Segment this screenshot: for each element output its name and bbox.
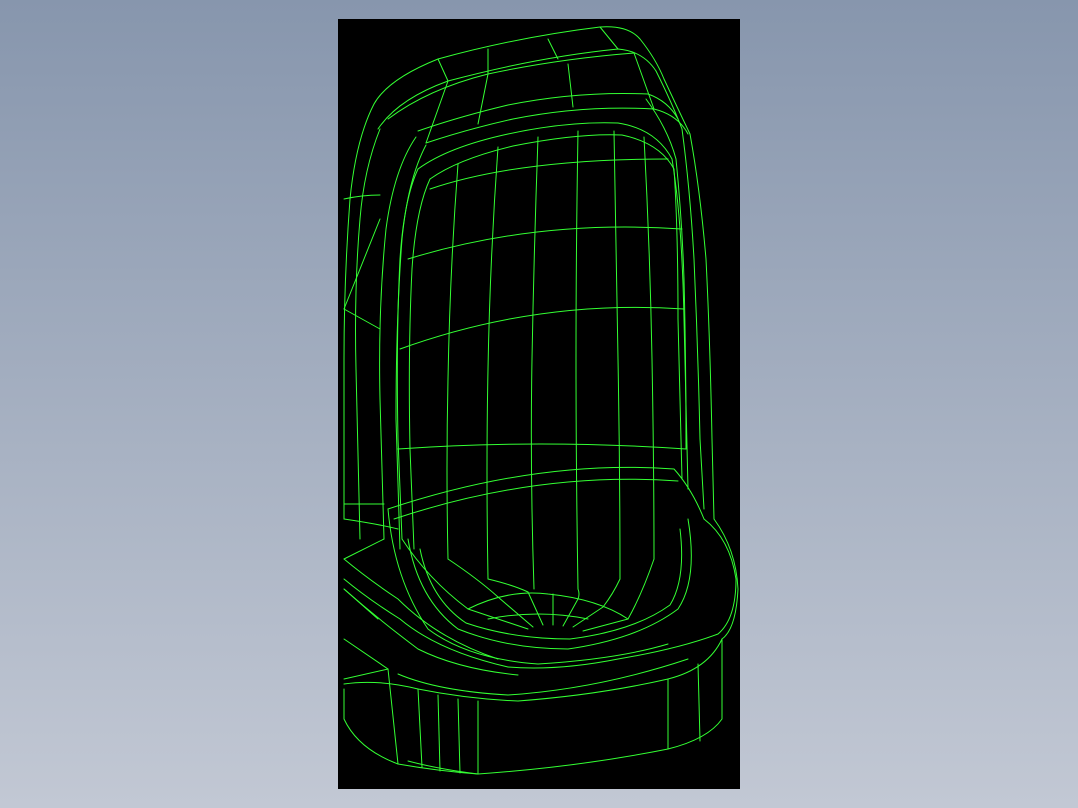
seat-rim-inner-2 xyxy=(419,528,683,640)
seat-sweep-4 xyxy=(577,588,580,600)
rib-4 xyxy=(575,130,579,590)
band-2 xyxy=(407,226,683,260)
base-vert-4 xyxy=(457,698,461,774)
backrest-right-outer-2 xyxy=(655,70,705,510)
model-canvas[interactable] xyxy=(338,19,740,789)
seat-radial-7 xyxy=(582,618,629,632)
rib-6 xyxy=(643,136,655,560)
side-diag-4 xyxy=(343,668,389,680)
band-outer-3 xyxy=(343,218,381,310)
cap-seg-6 xyxy=(477,73,489,125)
seat-shell-rail-4 xyxy=(343,588,519,676)
band-outer-2 xyxy=(343,308,381,330)
side-diag-3 xyxy=(343,638,389,670)
base-vert-3 xyxy=(437,694,441,772)
cap-seg-1 xyxy=(437,58,449,82)
base-top-front xyxy=(343,638,723,702)
band-4 xyxy=(397,443,687,450)
base-vert-7 xyxy=(697,663,701,742)
base-vert-2 xyxy=(417,688,423,768)
cap-seg-4 xyxy=(599,26,619,50)
seat-rim-back xyxy=(387,466,705,520)
seat-rim-inner xyxy=(407,518,692,650)
backrest-left-inner-2 xyxy=(395,144,427,550)
band-1 xyxy=(429,158,669,190)
base-vert-1 xyxy=(387,668,399,765)
seat-sweep-1 xyxy=(401,538,469,610)
base-top-front-2 xyxy=(397,658,689,696)
band-3 xyxy=(399,306,685,350)
seat-radial-2 xyxy=(497,596,534,628)
seat-radial-5 xyxy=(562,598,579,627)
backrest-top-edge xyxy=(373,26,665,105)
rib-5 xyxy=(613,130,621,580)
seat-sweep-2 xyxy=(447,558,499,598)
cushion-outline-outer xyxy=(417,122,689,490)
backrest-top-inner-edge xyxy=(377,48,657,130)
base-bottom xyxy=(477,638,723,775)
rib-1 xyxy=(446,163,459,560)
rib-3 xyxy=(530,136,539,590)
cushion-outline-inner xyxy=(429,134,683,480)
cap-seg-5 xyxy=(425,80,449,144)
seat-wireframe[interactable] xyxy=(338,19,740,789)
cad-viewport[interactable] xyxy=(0,0,1078,808)
cap-seg-3 xyxy=(547,38,559,60)
cap-seg-8 xyxy=(633,52,655,110)
seat-sweep-5 xyxy=(602,578,621,608)
rib-2 xyxy=(486,146,499,580)
seat-radial-3 xyxy=(527,591,544,626)
seat-sweep-3 xyxy=(487,578,529,593)
wireframe-lines xyxy=(343,26,739,775)
cushion-left-edge-2 xyxy=(408,178,431,550)
side-diag-2 xyxy=(343,588,379,620)
seat-sweep-6 xyxy=(627,558,655,620)
backrest-left-outer-2 xyxy=(355,128,381,540)
backrest-cap-front xyxy=(417,92,679,132)
seat-rim-back-2 xyxy=(393,478,679,520)
seat-shell-right-2 xyxy=(713,518,739,640)
side-diag-1 xyxy=(343,538,385,560)
cap-seg-7 xyxy=(567,63,574,108)
seat-rim-left xyxy=(387,508,669,665)
cushion-left-edge xyxy=(396,168,419,540)
